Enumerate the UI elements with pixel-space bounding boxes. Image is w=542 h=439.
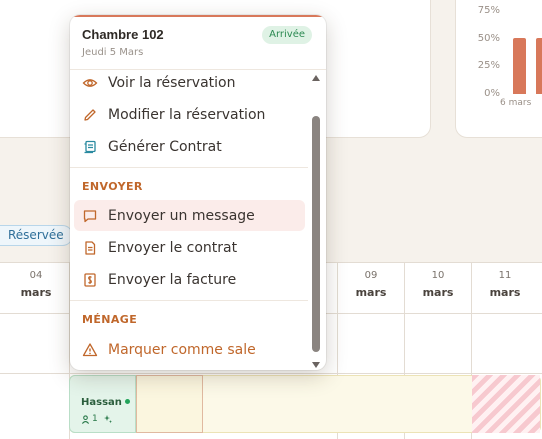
room-name: Chambre 102 — [82, 27, 164, 42]
menu-item-label: Modifier la réservation — [108, 106, 266, 123]
y-tick-75: 75% — [477, 5, 500, 16]
menu-item-mark-dirty[interactable]: Marquer comme sale — [74, 334, 305, 365]
date-header-11[interactable]: 11 mars — [472, 270, 538, 299]
date-day: 04 — [29, 270, 43, 281]
date-month: mars — [355, 286, 387, 299]
guest-name-row: Hassan — [81, 392, 135, 410]
date-day: 09 — [364, 270, 378, 281]
chart-bar — [536, 38, 542, 94]
grid-line — [0, 373, 542, 374]
menu-item-edit-reservation[interactable]: Modifier la réservation — [74, 99, 305, 130]
scrollbar-thumb[interactable] — [312, 116, 320, 352]
date-header-10[interactable]: 10 mars — [405, 270, 471, 299]
y-tick-50: 50% — [477, 33, 500, 44]
menu-divider — [70, 167, 308, 168]
menu-item-view-reservation[interactable]: Voir la réservation — [74, 67, 305, 98]
person-icon — [81, 414, 90, 424]
y-tick-0: 0% — [484, 88, 500, 99]
invoice-icon — [82, 272, 98, 288]
document-icon — [82, 240, 98, 256]
date-month: mars — [489, 286, 521, 299]
scroll-down-arrow-icon[interactable] — [312, 362, 320, 368]
date-month: mars — [422, 286, 454, 299]
date-day: 10 — [431, 270, 445, 281]
date-header-09[interactable]: 09 mars — [338, 270, 404, 299]
menu-item-label: Envoyer un message — [108, 207, 255, 224]
date-header-04[interactable]: 04 mars — [3, 270, 69, 299]
section-label-send: ENVOYER — [82, 180, 143, 193]
guest-name: Hassan — [81, 397, 122, 408]
room-date: Jeudi 5 Mars — [82, 47, 144, 58]
menu-item-send-invoice[interactable]: Envoyer la facture — [74, 264, 305, 295]
menu-item-label: Envoyer le contrat — [108, 239, 238, 256]
popover-header: Chambre 102 Jeudi 5 Mars Arrivée — [70, 15, 326, 70]
message-icon — [82, 208, 98, 224]
date-month: mars — [20, 286, 52, 299]
guest-count: 1 — [92, 414, 98, 424]
menu-item-label: Générer Contrat — [108, 138, 222, 155]
sparkle-icon — [103, 415, 112, 424]
menu-divider — [70, 300, 308, 301]
guest-meta: 1 — [81, 414, 135, 424]
status-badge: Arrivée — [262, 26, 312, 44]
pencil-icon — [82, 107, 98, 123]
section-label-housekeeping: MÉNAGE — [82, 313, 138, 326]
selected-day-cell[interactable] — [136, 375, 203, 433]
scroll-up-arrow-icon[interactable] — [312, 75, 320, 81]
blocked-day-cell — [472, 375, 540, 433]
online-indicator — [124, 399, 130, 404]
scroll-icon — [82, 139, 98, 155]
guest-chip[interactable]: Hassan 1 — [69, 375, 136, 433]
warning-icon — [82, 342, 98, 358]
menu-item-label: Envoyer la facture — [108, 271, 237, 288]
chart-bar — [513, 38, 526, 94]
menu-item-label: Voir la réservation — [108, 74, 236, 91]
menu-item-label: Marquer comme sale — [108, 341, 256, 358]
y-tick-25: 25% — [477, 60, 500, 71]
x-tick-label: 6 mars — [500, 98, 532, 108]
eye-icon — [82, 75, 98, 91]
date-day: 11 — [498, 270, 512, 281]
scrollbar[interactable] — [310, 73, 322, 368]
menu-item-send-contract[interactable]: Envoyer le contrat — [74, 232, 305, 263]
room-context-menu: Chambre 102 Jeudi 5 Mars Arrivée Voir la… — [70, 15, 326, 370]
legend-badge-reservee: Réservée — [0, 225, 73, 246]
menu-item-generate-contract[interactable]: Générer Contrat — [74, 131, 305, 162]
menu-item-send-message[interactable]: Envoyer un message — [74, 200, 305, 231]
